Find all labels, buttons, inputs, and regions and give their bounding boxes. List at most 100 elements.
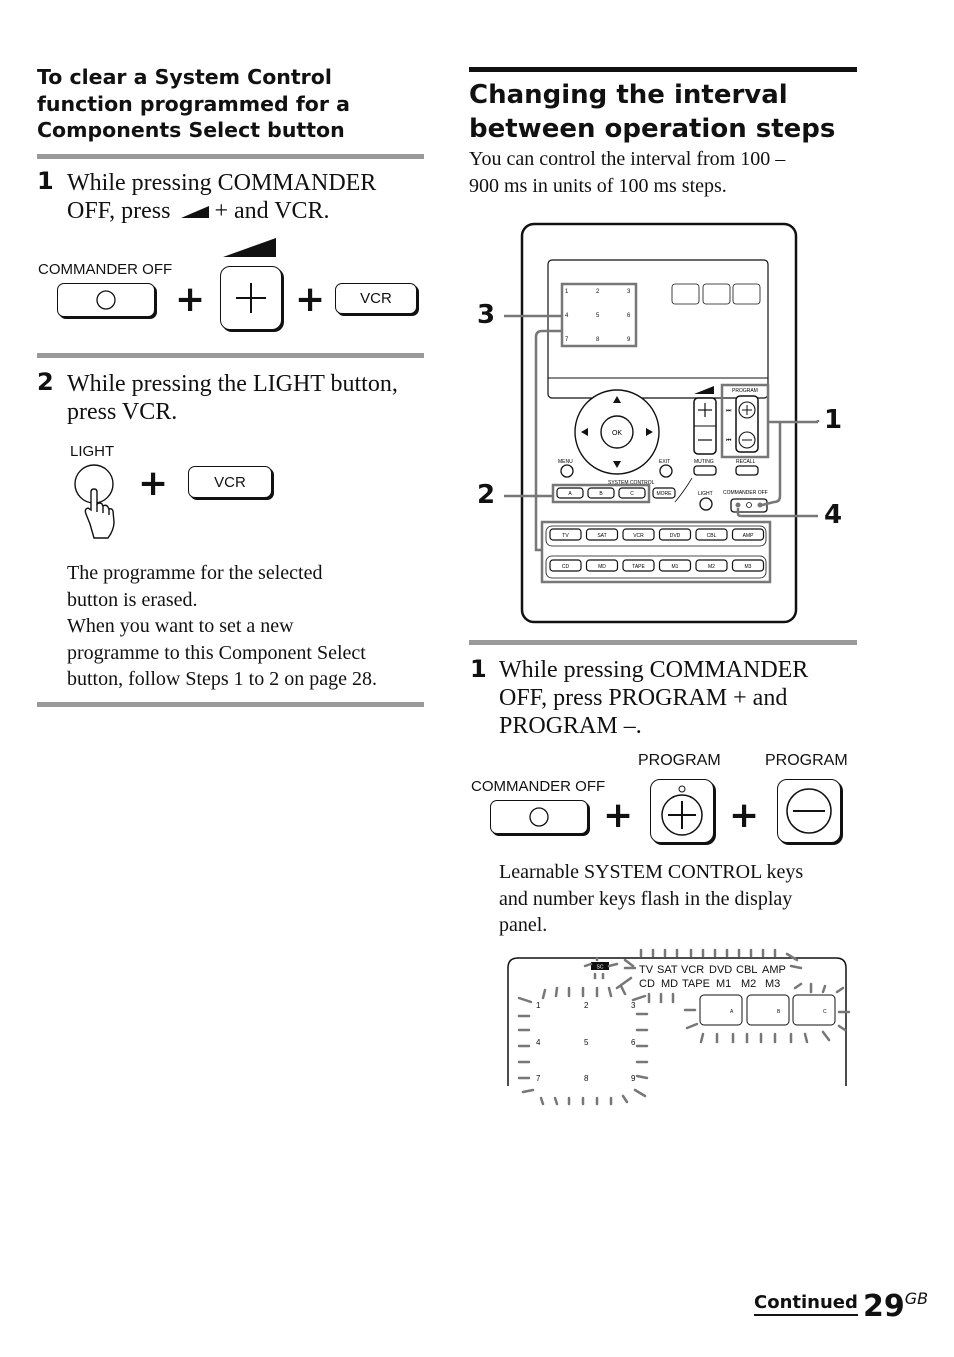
flash-mark bbox=[615, 976, 633, 990]
minus-circle-icon bbox=[786, 788, 832, 834]
flash-mark bbox=[623, 958, 635, 968]
plus-sign: + bbox=[603, 795, 634, 836]
svg-text:MENU: MENU bbox=[558, 459, 573, 465]
display-button-label: C bbox=[823, 1009, 827, 1015]
flash-mark bbox=[793, 982, 803, 990]
section-heading-interval: Changing the interval between operation … bbox=[469, 80, 836, 144]
flash-mark bbox=[821, 984, 827, 994]
svg-text:PROGRAM: PROGRAM bbox=[732, 388, 758, 394]
volume-wedge-icon bbox=[223, 238, 276, 257]
component-button-label: CD bbox=[562, 564, 570, 570]
step-number: 1 bbox=[470, 655, 487, 683]
callout-4: 4 bbox=[824, 500, 843, 530]
vcr-button[interactable]: VCR bbox=[335, 283, 417, 314]
svg-text:⏭: ⏭ bbox=[726, 407, 732, 414]
erase-note: The programme for the selected button is… bbox=[67, 562, 377, 690]
program-minus-label: PROGRAM bbox=[765, 752, 848, 769]
display-component-label: DVD bbox=[709, 964, 732, 976]
result-text: Learnable SYSTEM CONTROL keys and number… bbox=[499, 861, 804, 936]
display-key-digit: 5 bbox=[584, 1038, 589, 1047]
flash-mark bbox=[633, 1088, 647, 1098]
program-plus-button[interactable] bbox=[650, 779, 714, 843]
display-component-label: TV bbox=[639, 964, 654, 976]
component-button-label: MD bbox=[598, 564, 606, 570]
callout-2: 2 bbox=[477, 480, 496, 510]
plus-circle-icon bbox=[661, 785, 703, 836]
step-number: 1 bbox=[37, 167, 54, 195]
flash-mark bbox=[821, 1030, 831, 1042]
plus-sign: + bbox=[729, 795, 760, 836]
divider bbox=[37, 353, 424, 358]
flash-mark bbox=[803, 1032, 809, 1044]
sc-badge: SC bbox=[597, 965, 604, 971]
flash-mark bbox=[583, 962, 593, 968]
divider bbox=[37, 702, 424, 707]
display-component-label: M2 bbox=[741, 978, 756, 990]
svg-text:COMMANDER OFF: COMMANDER OFF bbox=[723, 490, 768, 496]
svg-text:MORE: MORE bbox=[657, 491, 673, 497]
program-minus-button[interactable] bbox=[777, 779, 841, 843]
flash-mark bbox=[521, 1088, 535, 1094]
display-component-label: CD bbox=[639, 978, 655, 990]
svg-text:EXIT: EXIT bbox=[659, 459, 670, 465]
step-number: 2 bbox=[37, 368, 54, 396]
flash-mark bbox=[553, 1096, 559, 1106]
display-button-label: A bbox=[730, 1009, 734, 1015]
section-heading-clear: To clear a System Control function progr… bbox=[37, 65, 350, 142]
flash-mark bbox=[789, 964, 803, 970]
component-button-label: SAT bbox=[597, 533, 606, 539]
circle-icon bbox=[529, 807, 549, 827]
component-button-label: VCR bbox=[633, 533, 644, 539]
flash-mark bbox=[835, 986, 845, 994]
display-key-digit: 1 bbox=[536, 1001, 541, 1010]
flash-mark bbox=[607, 962, 619, 968]
component-button-label: DVD bbox=[670, 533, 681, 539]
flash-mark bbox=[607, 986, 613, 998]
commander-off-button[interactable] bbox=[57, 283, 155, 317]
step-text: While pressing the LIGHT button, press V… bbox=[67, 371, 398, 425]
plus-sign: + bbox=[295, 279, 326, 320]
display-component-label: TAPE bbox=[682, 978, 710, 990]
flash-mark bbox=[621, 1094, 629, 1104]
component-button-label: AMP bbox=[743, 533, 755, 539]
light-label: LIGHT bbox=[70, 443, 115, 460]
component-button-label: TAPE bbox=[632, 564, 645, 570]
divider bbox=[37, 154, 424, 159]
component-button-label: TV bbox=[562, 533, 569, 539]
component-button-label: CBL bbox=[707, 533, 717, 539]
display-component-label: VCR bbox=[681, 964, 704, 976]
flash-mark bbox=[631, 994, 647, 1002]
callout-3: 3 bbox=[477, 300, 496, 330]
display-component-label: AMP bbox=[762, 964, 786, 976]
flash-mark bbox=[837, 1024, 847, 1032]
remote-illustration: 1 2 3 4 5 6 7 8 9 OK MENU EXIT MUTING PR… bbox=[504, 222, 820, 624]
heading-bar bbox=[469, 67, 857, 72]
flash-mark bbox=[554, 986, 559, 998]
display-component-label: SAT bbox=[657, 964, 678, 976]
plus-sign: + bbox=[175, 279, 206, 320]
vcr-button[interactable]: VCR bbox=[188, 466, 272, 498]
volume-wedge-icon bbox=[181, 206, 210, 219]
flash-mark bbox=[635, 1074, 649, 1080]
display-component-label: CBL bbox=[736, 964, 757, 976]
display-key-digit: 6 bbox=[631, 1038, 636, 1047]
light-button-with-hand[interactable] bbox=[70, 462, 124, 544]
svg-text:⏮: ⏮ bbox=[726, 437, 732, 444]
display-key-digit: 9 bbox=[631, 1074, 636, 1083]
program-plus-label: PROGRAM bbox=[638, 752, 721, 769]
display-key-digit: 8 bbox=[584, 1074, 589, 1083]
continued-link[interactable]: Continued bbox=[754, 1292, 858, 1316]
svg-text:RECALL: RECALL bbox=[736, 459, 756, 465]
volume-plus-button[interactable] bbox=[220, 266, 282, 330]
flash-mark bbox=[685, 1022, 699, 1030]
svg-text:MUTING: MUTING bbox=[694, 459, 714, 465]
commander-off-label: COMMANDER OFF bbox=[471, 778, 606, 795]
component-button-label: M1 bbox=[672, 564, 679, 570]
step-text: While pressing COMMANDER OFF, press + an… bbox=[67, 170, 377, 224]
plus-icon bbox=[236, 283, 266, 313]
display-button-label: B bbox=[777, 1009, 781, 1015]
commander-off-button[interactable] bbox=[490, 800, 588, 834]
page-suffix: GB bbox=[904, 1289, 929, 1308]
callout-1: 1 bbox=[824, 405, 843, 435]
display-key-digit: 3 bbox=[631, 1001, 636, 1010]
